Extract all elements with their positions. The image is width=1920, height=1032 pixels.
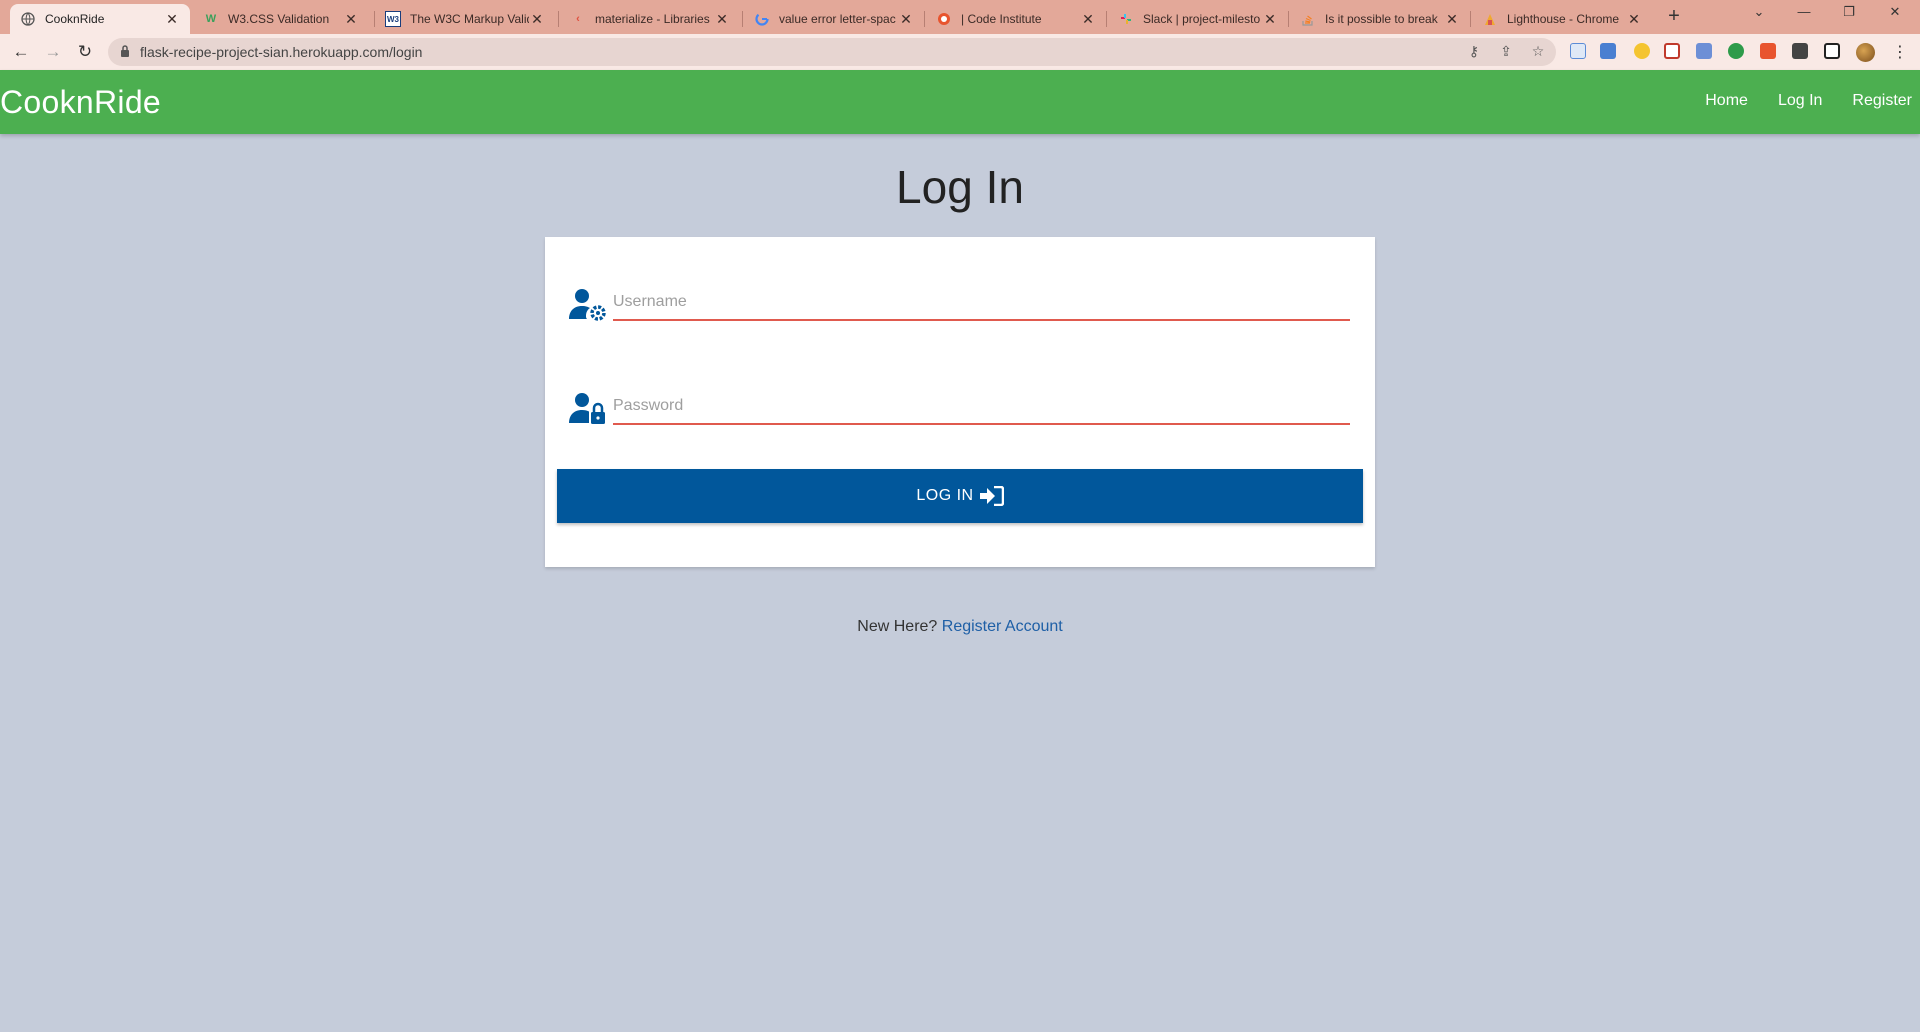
extension-icon[interactable] bbox=[1696, 43, 1712, 59]
browser-toolbar: ← → ↻ flask-recipe-project-sian.herokuap… bbox=[0, 34, 1920, 70]
username-input[interactable] bbox=[613, 285, 1350, 321]
lighthouse-icon bbox=[1482, 11, 1498, 27]
browser-tab-lighthouse[interactable]: Lighthouse - Chrome ✕ bbox=[1472, 4, 1652, 34]
tab-title: | Code Institute bbox=[961, 12, 1042, 26]
close-tab-icon[interactable]: ✕ bbox=[1262, 11, 1278, 28]
login-submit-button[interactable]: LOG IN bbox=[557, 469, 1363, 523]
code-institute-icon bbox=[936, 11, 952, 27]
minimize-window-icon[interactable]: — bbox=[1789, 4, 1819, 19]
new-here-text: New Here? bbox=[857, 618, 938, 635]
browser-tab-google-search[interactable]: value error letter-spac ✕ bbox=[744, 4, 924, 34]
globe-icon bbox=[20, 11, 36, 27]
tab-title: value error letter-spac bbox=[779, 12, 896, 26]
reload-icon[interactable]: ↻ bbox=[74, 42, 96, 62]
extension-icon[interactable] bbox=[1728, 43, 1744, 59]
tab-title: Lighthouse - Chrome bbox=[1507, 12, 1620, 26]
address-bar[interactable]: flask-recipe-project-sian.herokuapp.com/… bbox=[108, 38, 1556, 66]
browser-tab-w3css[interactable]: W W3.CSS Validation ✕ bbox=[193, 4, 369, 34]
code-icon: ‹ bbox=[576, 13, 580, 25]
browser-tab-strip: CooknRide ✕ W W3.CSS Validation ✕ W3 The… bbox=[0, 0, 1920, 34]
slack-icon bbox=[1118, 11, 1134, 27]
tab-title: W3.CSS Validation bbox=[228, 12, 330, 26]
forward-arrow-icon[interactable]: → bbox=[42, 42, 64, 62]
close-tab-icon[interactable]: ✕ bbox=[164, 11, 180, 28]
browser-tab-stackoverflow[interactable]: Is it possible to break ✕ bbox=[1290, 4, 1470, 34]
restore-window-icon[interactable]: ❐ bbox=[1834, 4, 1864, 20]
tab-title: materialize - Libraries bbox=[595, 12, 710, 26]
nav-register-link[interactable]: Register bbox=[1852, 92, 1912, 110]
browser-tab-slack[interactable]: Slack | project-milesto ✕ bbox=[1108, 4, 1288, 34]
page-title: Log In bbox=[896, 161, 1024, 213]
password-input[interactable] bbox=[613, 389, 1350, 425]
user-cog-icon bbox=[569, 289, 606, 321]
register-account-link[interactable]: Register Account bbox=[942, 618, 1063, 635]
login-button-label: LOG IN bbox=[916, 487, 974, 504]
tab-title: Slack | project-milesto bbox=[1143, 12, 1261, 26]
back-arrow-icon[interactable]: ← bbox=[10, 42, 32, 62]
w3c-icon: W3 bbox=[385, 11, 401, 27]
password-field-group bbox=[569, 381, 1352, 433]
profile-avatar[interactable] bbox=[1856, 43, 1875, 62]
new-tab-button[interactable]: + bbox=[1663, 6, 1685, 28]
nav-home-link[interactable]: Home bbox=[1705, 92, 1748, 110]
extension-icon[interactable] bbox=[1664, 43, 1680, 59]
puzzle-extensions-icon[interactable] bbox=[1792, 43, 1808, 59]
close-tab-icon[interactable]: ✕ bbox=[1626, 11, 1642, 28]
nav-links: Home Log In Register bbox=[1675, 92, 1912, 110]
close-tab-icon[interactable]: ✕ bbox=[1080, 11, 1096, 28]
user-lock-icon bbox=[569, 393, 605, 424]
extension-icon[interactable] bbox=[1570, 43, 1586, 59]
browser-tab-materialize[interactable]: ‹ materialize - Libraries ✕ bbox=[560, 4, 740, 34]
sign-in-icon bbox=[979, 486, 1004, 506]
w3-validation-icon: W bbox=[205, 13, 217, 25]
site-navbar: CooknRide Home Log In Register bbox=[0, 70, 1920, 134]
extension-icon[interactable] bbox=[1760, 43, 1776, 59]
browser-tab-w3c-markup[interactable]: W3 The W3C Markup Valid ✕ bbox=[375, 4, 555, 34]
browser-menu-icon[interactable]: ⋮ bbox=[1892, 42, 1908, 62]
close-window-icon[interactable]: ✕ bbox=[1880, 4, 1910, 20]
side-panel-icon[interactable] bbox=[1824, 43, 1840, 59]
username-field-group bbox=[569, 277, 1352, 329]
login-card: LOG IN bbox=[545, 237, 1375, 567]
close-tab-icon[interactable]: ✕ bbox=[343, 11, 359, 28]
bookmark-star-icon[interactable]: ☆ bbox=[1528, 43, 1548, 60]
register-prompt: New Here? Register Account bbox=[0, 618, 1920, 636]
nav-login-link[interactable]: Log In bbox=[1778, 92, 1822, 110]
password-key-icon[interactable]: ⚷ bbox=[1464, 43, 1484, 60]
tab-title: Is it possible to break bbox=[1325, 12, 1438, 26]
tab-title: The W3C Markup Valid bbox=[410, 12, 529, 26]
close-tab-icon[interactable]: ✕ bbox=[1444, 11, 1460, 28]
stackoverflow-icon bbox=[1300, 11, 1316, 27]
close-tab-icon[interactable]: ✕ bbox=[529, 11, 545, 28]
tab-search-icon[interactable]: ⌄ bbox=[1744, 4, 1774, 20]
google-icon bbox=[754, 11, 770, 27]
share-icon[interactable]: ⇪ bbox=[1496, 43, 1516, 60]
lock-icon bbox=[121, 45, 129, 57]
extension-icon[interactable] bbox=[1634, 43, 1650, 59]
translate-extension-icon[interactable] bbox=[1600, 43, 1616, 59]
browser-tab-cooknride[interactable]: CooknRide ✕ bbox=[10, 4, 190, 34]
url-text: flask-recipe-project-sian.herokuapp.com/… bbox=[140, 44, 423, 60]
close-tab-icon[interactable]: ✕ bbox=[898, 11, 914, 28]
browser-tab-code-institute[interactable]: | Code Institute ✕ bbox=[926, 4, 1106, 34]
close-tab-icon[interactable]: ✕ bbox=[714, 11, 730, 28]
brand-logo[interactable]: CooknRide bbox=[0, 84, 161, 121]
tab-title: CooknRide bbox=[45, 12, 105, 26]
